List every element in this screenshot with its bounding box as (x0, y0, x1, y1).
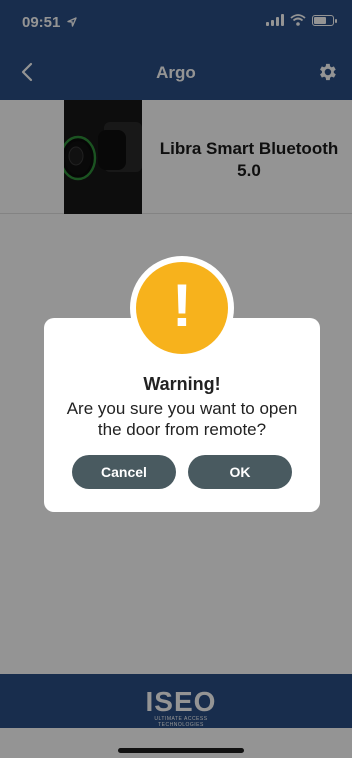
cancel-button[interactable]: Cancel (72, 455, 176, 489)
warning-mark: ! (172, 272, 192, 339)
home-indicator[interactable] (118, 748, 244, 753)
dialog-message-line-2: the door from remote? (97, 420, 267, 439)
dialog-message-line-1: Are you sure you want to open (66, 399, 298, 418)
warning-badge: ! (130, 256, 234, 360)
dialog-message: Are you sure you want to open the door f… (44, 398, 320, 440)
dialog-title: Warning! (143, 374, 221, 394)
ok-button[interactable]: OK (188, 455, 292, 489)
warning-icon: ! (136, 262, 228, 354)
